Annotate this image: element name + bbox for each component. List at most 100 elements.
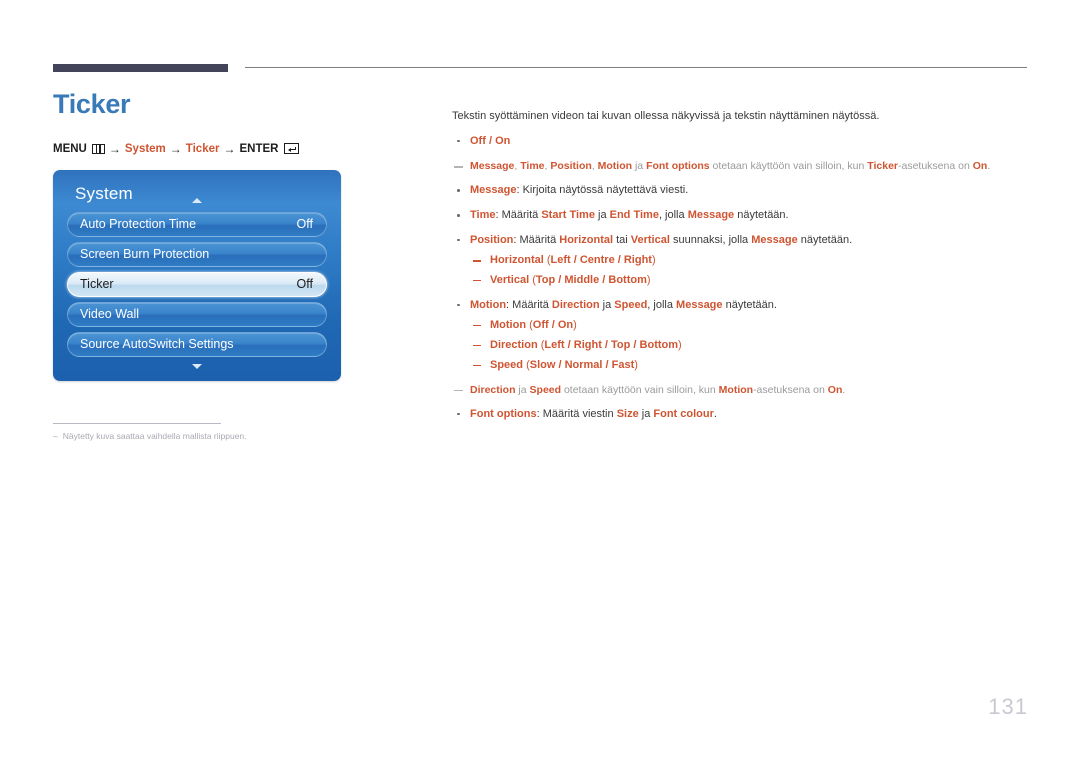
list-item-time: Time: Määritä Start Time ja End Time, jo… xyxy=(452,208,1042,224)
caret-down-icon[interactable] xyxy=(192,363,202,369)
footnote-dash: – xyxy=(53,430,58,441)
option-desc-position-2: tai xyxy=(613,233,631,246)
list-item-motion: Motion: Määritä Direction ja Speed, joll… xyxy=(452,298,1042,374)
option-desc-motion-4: näytetään. xyxy=(722,298,777,311)
sub-options-motion: Motion (Off / On) Direction (Left / Righ… xyxy=(470,318,1042,374)
list-item-off-on: Off / On xyxy=(452,134,1042,150)
osd-panel-header: System xyxy=(67,182,327,212)
option-desc-motion-2: ja xyxy=(599,298,615,311)
option-desc-message: : Kirjoita näytössä näytettävä viesti. xyxy=(516,184,689,197)
option-term-vertical: Vertical xyxy=(630,233,670,246)
osd-row-label: Screen Burn Protection xyxy=(80,247,210,262)
osd-row-screen-burn-protection[interactable]: Screen Burn Protection xyxy=(67,241,327,267)
note-term-motion: Motion xyxy=(597,159,633,172)
note-motion-dependency: Direction ja Speed otetaan käyttöön vain… xyxy=(452,383,1042,398)
osd-row-source-autoswitch-settings[interactable]: Source AutoSwitch Settings xyxy=(67,331,327,357)
sub-dash-icon xyxy=(473,259,481,262)
note-term-speed: Speed xyxy=(529,383,562,396)
list-item-font-options: Font options: Määritä viestin Size ja Fo… xyxy=(452,407,1042,423)
menu-path-arrow-3: → xyxy=(223,141,236,156)
footnote-text: Näytetty kuva saattaa vaihdella mallista… xyxy=(62,430,247,441)
note-term-message: Message xyxy=(470,159,515,172)
option-term-start-time: Start Time xyxy=(541,209,595,222)
osd-row-auto-protection-time[interactable]: Auto Protection Time Off xyxy=(67,211,327,237)
sub-term-speed: Speed xyxy=(490,358,524,371)
note2-text-4: . xyxy=(842,383,846,396)
option-off: Off xyxy=(470,134,486,147)
menu-path-step-ticker: Ticker xyxy=(185,142,220,155)
osd-row-ticker[interactable]: Ticker Off xyxy=(67,271,327,297)
page-header-rules xyxy=(0,0,1080,80)
note-ticker-dependency: Message, Time, Position, Motion ja Font … xyxy=(452,159,1042,174)
note-dash-icon xyxy=(454,389,463,392)
sub-item-vertical: Vertical (Top / Middle / Bottom) xyxy=(470,273,1042,289)
header-thin-rule xyxy=(245,67,1027,68)
note-text-4: ja xyxy=(632,159,647,172)
option-desc-motion-1: : Määritä xyxy=(506,298,552,311)
sub-dash-icon xyxy=(473,344,481,347)
option-on: On xyxy=(495,134,511,147)
note-text-7: . xyxy=(987,159,991,172)
note-term-position: Position xyxy=(550,159,592,172)
option-term-size: Size xyxy=(616,407,639,420)
option-desc-time-1: : Määritä xyxy=(495,209,542,222)
intro-paragraph: Tekstin syöttäminen videon tai kuvan oll… xyxy=(452,110,880,122)
bullet-dot-icon xyxy=(457,412,460,416)
option-term-font-options: Font options xyxy=(470,407,537,420)
sub-options-horizontal: Left / Centre / Right xyxy=(550,253,652,266)
note-text-6: -asetuksena on xyxy=(898,159,973,172)
bullet-dot-icon xyxy=(457,238,460,242)
option-term-message-ref: Message xyxy=(676,298,723,311)
note-term-motion: Motion xyxy=(718,383,754,396)
right-column: Tekstin syöttäminen videon tai kuvan oll… xyxy=(452,98,1042,432)
list-item-position: Position: Määritä Horizontal tai Vertica… xyxy=(452,233,1042,289)
page-number: 131 xyxy=(988,694,1028,719)
sub-open-paren: ( xyxy=(523,358,530,371)
bullet-dot-icon xyxy=(457,189,460,192)
option-desc-position-1: : Määritä xyxy=(513,233,560,246)
note2-text-1: ja xyxy=(515,383,530,396)
option-term-time: Time xyxy=(470,209,496,222)
option-term-horizontal: Horizontal xyxy=(559,233,614,246)
enter-return-icon xyxy=(284,143,300,155)
footnote-divider xyxy=(53,422,221,424)
note2-text-2: otetaan käyttöön vain silloin, kun xyxy=(561,383,719,396)
sub-open-paren: ( xyxy=(526,318,533,331)
option-term-message-ref: Message xyxy=(687,209,735,222)
sub-dash-icon xyxy=(473,279,481,282)
list-item-message: Message: Kirjoita näytössä näytettävä vi… xyxy=(452,183,1042,199)
option-desc-font-1: : Määritä viestin xyxy=(536,407,617,420)
option-separator: / xyxy=(485,134,496,147)
sub-term-vertical: Vertical xyxy=(490,273,530,286)
sub-term-motion: Motion xyxy=(490,318,527,331)
menu-path-menu-label: MENU xyxy=(53,142,87,155)
sub-close-paren: ) xyxy=(678,338,682,351)
note-term-on: On xyxy=(827,383,843,396)
menu-path-enter-label: ENTER xyxy=(239,142,279,155)
sub-dash-icon xyxy=(473,324,481,327)
sub-term-direction: Direction xyxy=(490,338,538,351)
caret-up-icon[interactable] xyxy=(192,197,202,203)
header-accent-bar xyxy=(53,64,228,72)
option-desc-position-3: suunnaksi, jolla xyxy=(669,233,752,246)
sub-options-vertical: Top / Middle / Bottom xyxy=(535,273,647,286)
osd-row-value: Off xyxy=(296,277,313,292)
sub-close-paren: ) xyxy=(646,273,651,286)
sub-options-speed: Slow / Normal / Fast xyxy=(529,358,635,371)
option-desc-time-4: näytetään. xyxy=(734,209,789,222)
osd-menu-panel: System Auto Protection Time Off Screen B… xyxy=(53,169,341,381)
footnote: – Näytetty kuva saattaa vaihdella mallis… xyxy=(53,430,247,441)
note2-text-3: -asetuksena on xyxy=(753,383,828,396)
osd-row-value: Off xyxy=(296,217,313,232)
sub-dash-icon xyxy=(473,364,481,367)
sub-close-paren: ) xyxy=(573,318,577,331)
option-term-motion: Motion xyxy=(470,298,507,311)
osd-panel-title: System xyxy=(75,183,133,203)
sub-item-speed: Speed (Slow / Normal / Fast) xyxy=(470,358,1042,374)
osd-row-label: Auto Protection Time xyxy=(80,217,197,232)
footnote-block: – Näytetty kuva saattaa vaihdella mallis… xyxy=(53,422,247,441)
osd-row-label: Source AutoSwitch Settings xyxy=(80,337,234,352)
note-term-font-options: Font options xyxy=(646,159,710,172)
osd-row-label: Video Wall xyxy=(80,307,140,322)
osd-row-video-wall[interactable]: Video Wall xyxy=(67,301,327,327)
